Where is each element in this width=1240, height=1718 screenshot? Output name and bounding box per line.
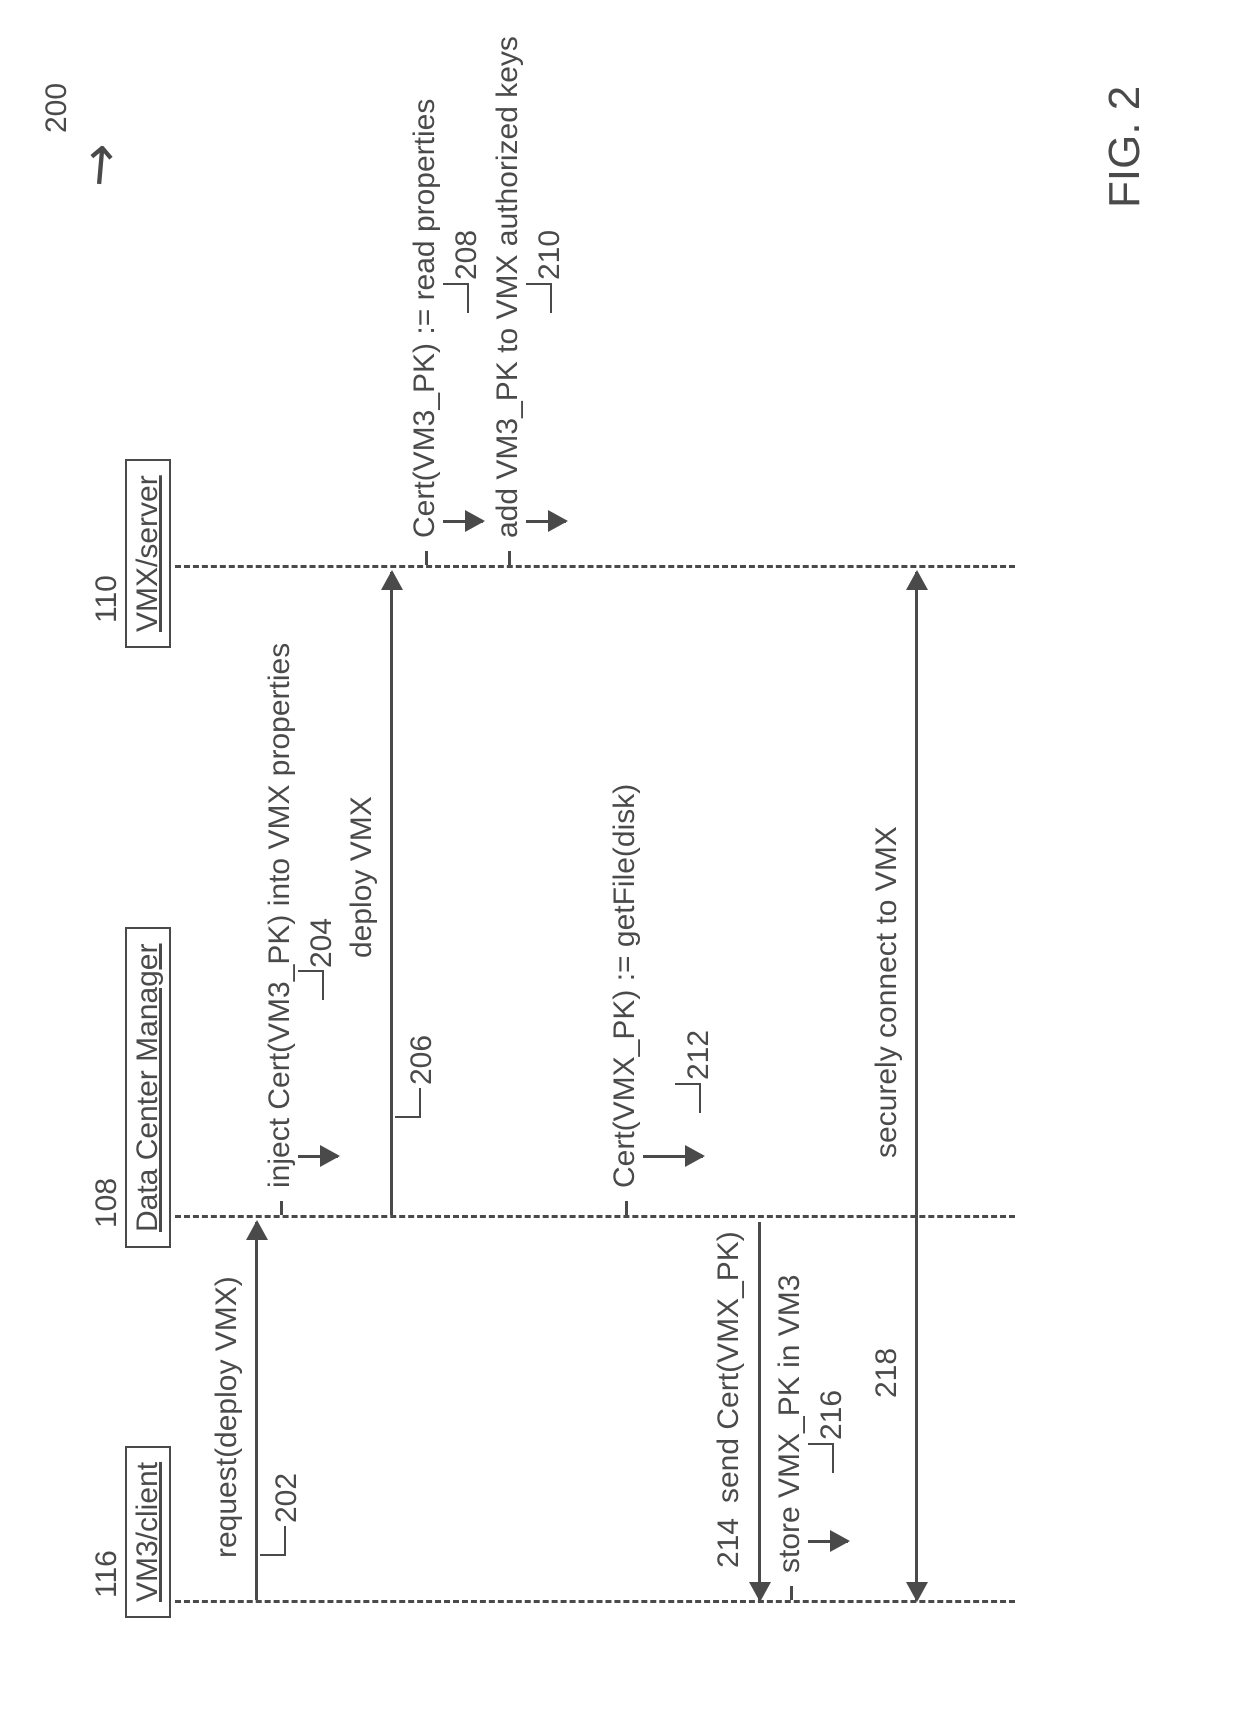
step-218-text: securely connect to VMX [870,826,904,1158]
step-202-text: request(deploy VMX) [210,1276,244,1558]
step-210-ref: 210 [533,230,567,280]
server-lifeline [175,565,1015,568]
server-name: VMX/server [131,475,164,632]
step-218-ref: 218 [870,1348,904,1398]
step-202-arrow [255,1222,258,1600]
step-208-lead [443,283,469,313]
squiggle-icon: ↘ [63,130,137,202]
step-212-text: Cert(VMX_PK) := getFile(disk) [608,784,642,1188]
step-216-ref: 216 [815,1390,849,1440]
step-216-text: store VMX_PK in VM3 [773,1275,807,1573]
step-212-tick [625,1201,628,1215]
manager-name: Data Center Manager [131,944,164,1233]
step-206-ref: 206 [405,1035,439,1085]
client-box: VM3/client [125,1446,171,1618]
figure-label: FIG. 2 [1100,86,1150,208]
step-212-arrow [643,1155,703,1158]
step-210-arrow [526,520,566,523]
step-214-text: send Cert(VMX_PK) [712,1231,746,1503]
step-208-arrow [443,520,483,523]
manager-lifeline [175,1215,1015,1218]
step-210-tick [508,551,511,565]
step-216-tick [790,1586,793,1600]
diagram-id: 200 [40,83,74,133]
sequence-diagram: ↘ 200 116 VM3/client 108 Data Center Man… [0,0,1240,1718]
client-name: VM3/client [131,1462,164,1602]
step-204-ref: 204 [305,918,339,968]
step-208-text: Cert(VM3_PK) := read properties [408,99,442,538]
step-214-arrow [758,1222,761,1600]
step-206-lead [395,1088,421,1118]
step-218-arrow [915,572,918,1600]
step-204-text: inject Cert(VM3_PK) into VMX properties [263,643,297,1188]
step-212-ref: 212 [682,1030,716,1080]
step-216-arrow [808,1540,848,1543]
step-206-arrow [390,572,393,1215]
client-lifeline [175,1600,1015,1603]
server-box: VMX/server [125,459,171,648]
manager-box: Data Center Manager [125,928,171,1249]
step-210-text: add VM3_PK to VMX authorized keys [491,36,525,538]
manager-ref: 108 [90,1178,124,1228]
step-202-lead [260,1526,286,1556]
step-204-arrow [298,1155,338,1158]
step-208-ref: 208 [450,230,484,280]
client-ref: 116 [90,1550,124,1598]
step-214-ref: 214 [712,1518,746,1568]
step-204-lead [298,970,324,1000]
step-210-lead [526,283,552,313]
step-206-text: deploy VMX [345,796,379,958]
step-208-tick [425,551,428,565]
step-202-ref: 202 [270,1473,304,1523]
step-212-lead [675,1083,701,1113]
step-204-tick [280,1201,283,1215]
step-216-lead [808,1443,834,1473]
server-ref: 110 [90,575,124,623]
